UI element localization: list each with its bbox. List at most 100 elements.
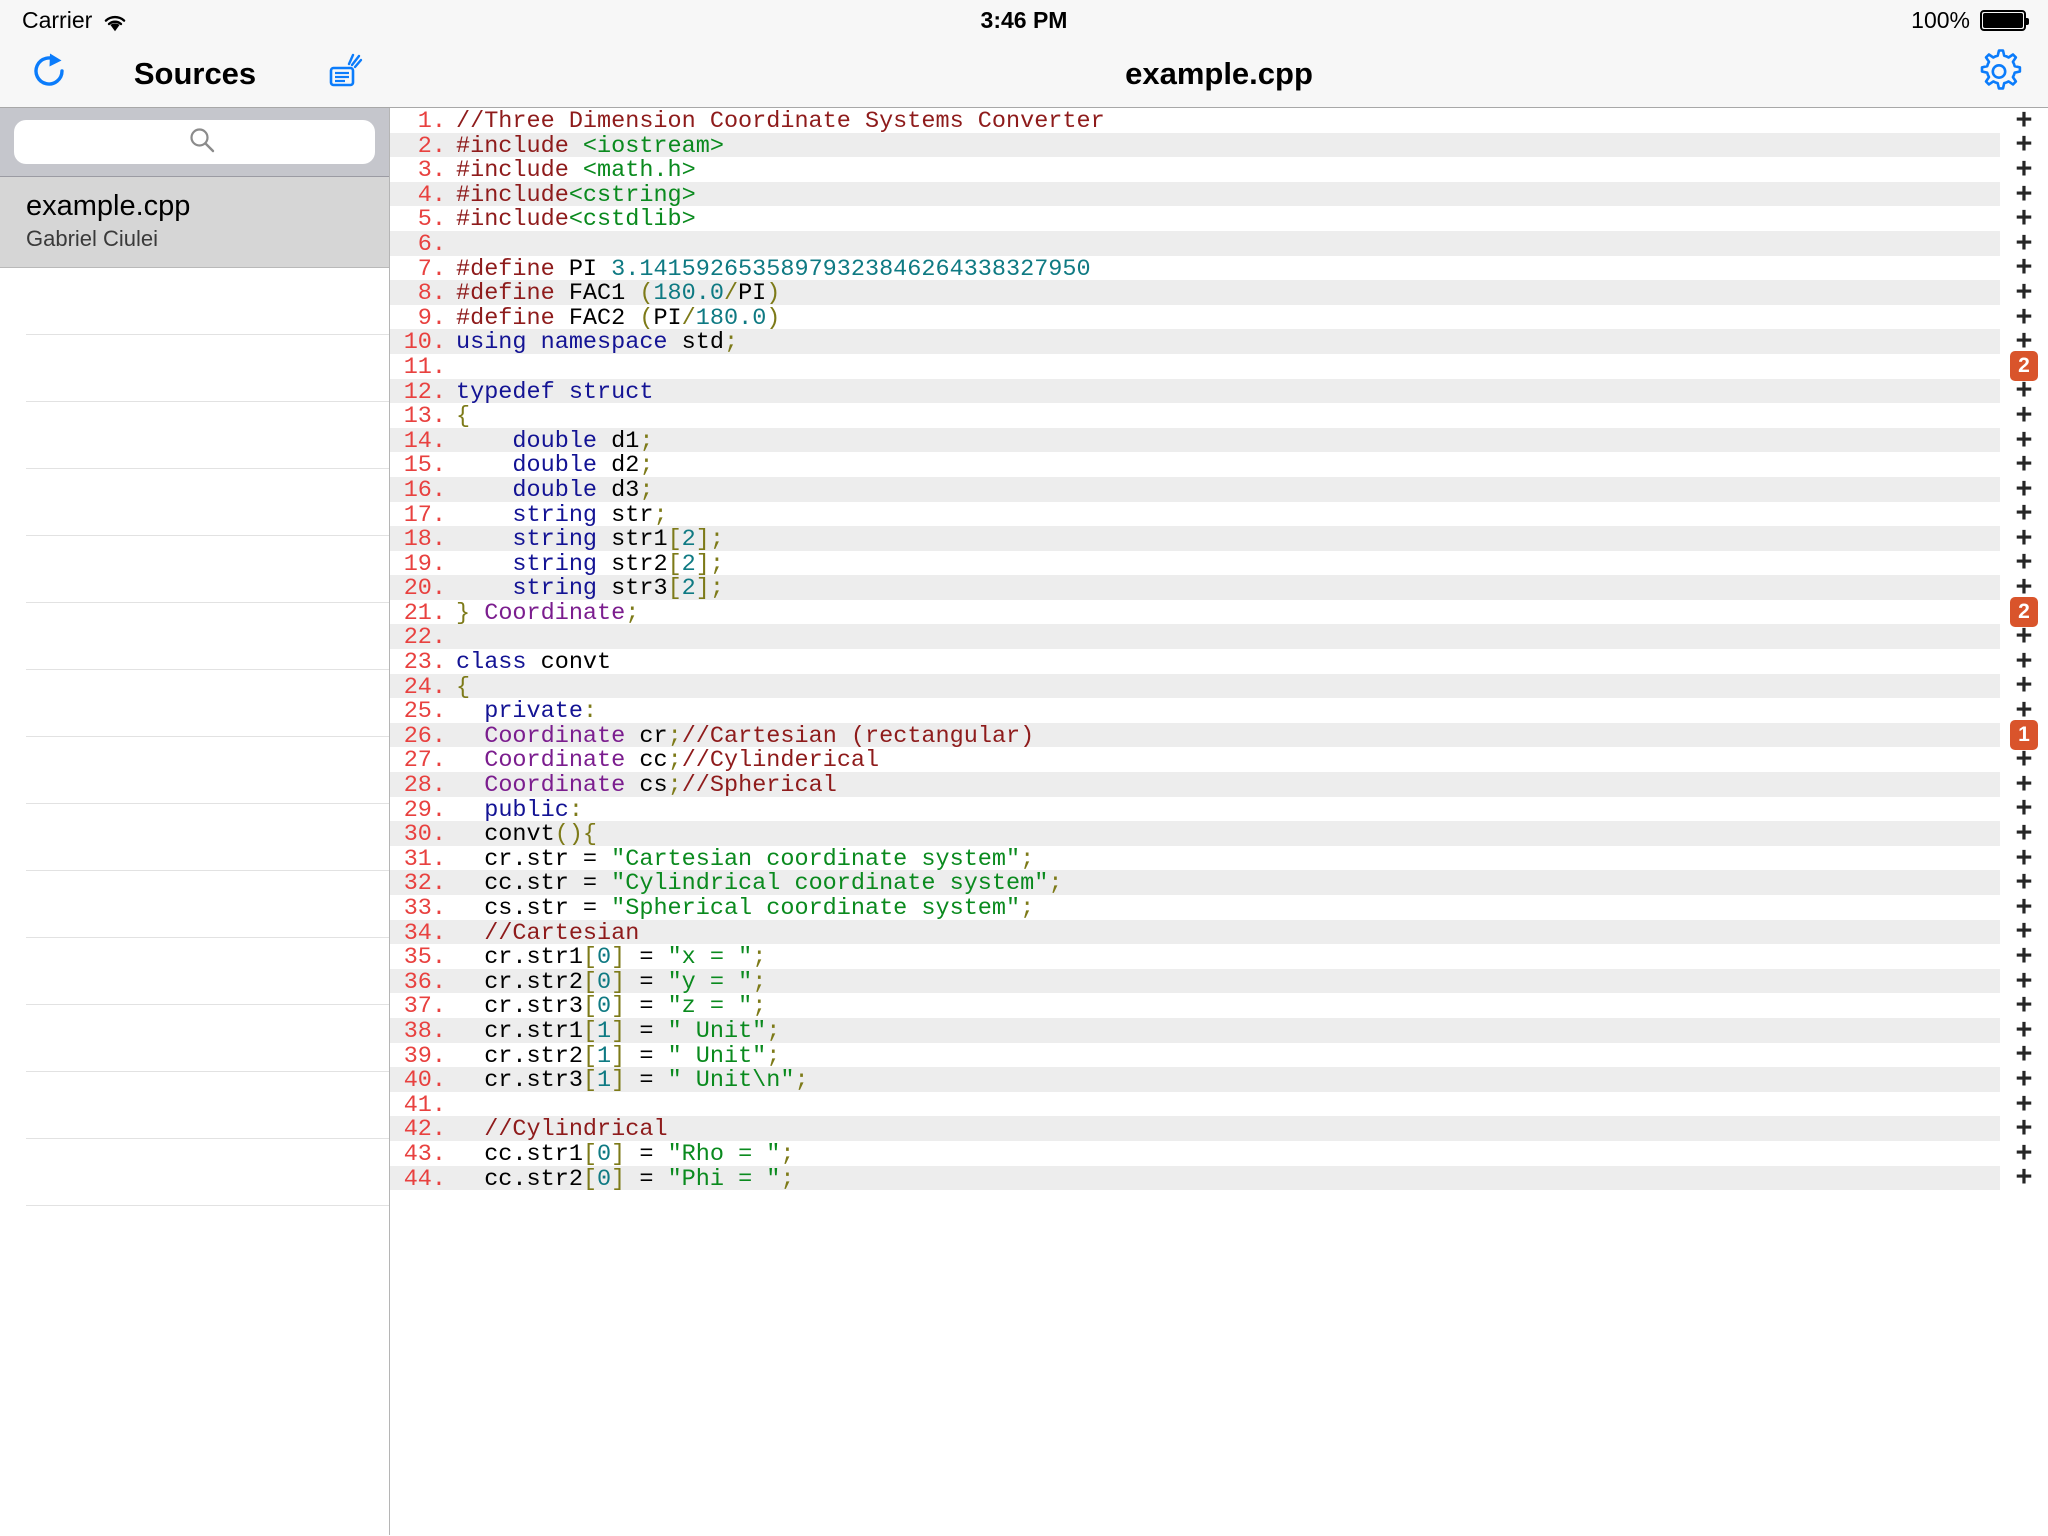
search-field[interactable] xyxy=(14,120,375,164)
code-text: cc.str1[0] = "Rho = "; xyxy=(456,1141,794,1168)
document-title: example.cpp xyxy=(1125,55,1313,91)
line-number: 23. xyxy=(403,649,446,677)
token-id xyxy=(456,772,484,799)
code-line: 36. cr.str2[0] = "y = "; + xyxy=(390,966,2048,996)
token-pun: { xyxy=(456,673,471,701)
code-text: string str2[2]; xyxy=(456,551,724,578)
code-line: 4. #include<cstring> + xyxy=(390,179,2048,209)
code-line: 5. #include<cstdlib> + xyxy=(390,204,2048,234)
gear-icon[interactable] xyxy=(1972,44,2026,103)
token-id: cc xyxy=(639,747,668,775)
line-number: 8. xyxy=(417,280,446,308)
list-item xyxy=(26,603,389,671)
token-kw: class xyxy=(456,649,541,677)
token-id xyxy=(456,920,484,947)
token-id: = xyxy=(625,1017,668,1045)
code-text: { xyxy=(456,674,470,701)
sidebar-navigation-bar: Sources xyxy=(0,40,390,107)
token-pun: [ xyxy=(582,993,598,1021)
line-number: 12. xyxy=(403,378,446,406)
code-text: typedef struct xyxy=(456,379,653,406)
token-id: cr.str2 xyxy=(456,968,583,996)
code-line-background xyxy=(390,1092,2000,1117)
list-item xyxy=(26,1005,389,1073)
token-pun: ; xyxy=(667,722,682,750)
line-number: 44. xyxy=(403,1165,446,1193)
token-id: = xyxy=(625,944,668,972)
token-id: str xyxy=(611,501,654,529)
token-pun: : xyxy=(582,698,598,726)
token-str: "Phi = " xyxy=(667,1165,781,1193)
code-line-background xyxy=(390,649,2000,674)
token-pun: ; xyxy=(667,747,682,775)
code-text: cr.str3[0] = "z = "; xyxy=(456,993,766,1020)
battery-icon xyxy=(1980,9,2029,31)
empty-list-rows xyxy=(0,268,389,1207)
token-pun: ; xyxy=(766,1017,781,1045)
line-number: 17. xyxy=(403,501,446,529)
token-pun: / xyxy=(681,304,696,332)
token-num: 1 xyxy=(597,1042,612,1070)
token-type: Coordinate xyxy=(484,772,640,800)
token-kw: string xyxy=(512,575,612,603)
token-id: str2 xyxy=(611,550,668,578)
line-number: 27. xyxy=(403,747,446,775)
code-line: 20. string str3[2]; + xyxy=(390,573,2048,603)
add-comment-icon[interactable]: + xyxy=(2016,1163,2033,1192)
token-id: cs xyxy=(639,772,668,800)
list-item[interactable]: example.cpp Gabriel Ciulei xyxy=(0,177,389,269)
code-lines-container: 1. //Three Dimension Coordinate Systems C… xyxy=(390,108,2048,1193)
token-pre: #define xyxy=(456,280,569,308)
file-author: Gabriel Ciulei xyxy=(26,226,159,252)
token-pun: ; xyxy=(667,772,682,800)
code-line: 25. private: + xyxy=(390,696,2048,726)
code-line: 40. cr.str3[1] = " Unit\n"; + xyxy=(390,1064,2048,1095)
code-line: 24.{+ xyxy=(390,671,2048,701)
code-line: 39. cr.str2[1] = " Unit"; + xyxy=(390,1040,2048,1070)
token-pun: ) xyxy=(766,280,781,308)
token-pre: #define xyxy=(456,255,569,283)
code-editor[interactable]: 1. //Three Dimension Coordinate Systems C… xyxy=(390,108,2048,1535)
code-text: #define FAC1 (180.0/PI) xyxy=(456,280,780,307)
token-id: PI xyxy=(738,280,767,308)
token-id: = xyxy=(625,1067,668,1095)
token-id: PI xyxy=(653,304,682,332)
code-line: 35. cr.str1[0] = "x = "; + xyxy=(390,941,2048,972)
status-bar-clock: 3:46 PM xyxy=(980,6,1068,33)
token-id: std xyxy=(681,329,724,357)
line-number: 6. xyxy=(417,230,446,258)
code-text: cc.str = "Cylindrical coordinate system"… xyxy=(456,870,1062,897)
code-text: cr.str3[1] = " Unit\n"; xyxy=(456,1067,809,1095)
search-input[interactable] xyxy=(14,120,375,164)
token-id: str3 xyxy=(611,575,668,603)
code-line: 38. cr.str1[1] = " Unit"; + xyxy=(390,1015,2048,1045)
line-number: 36. xyxy=(403,968,446,996)
code-line: 7. #define PI 3.1415926535897932384626433… xyxy=(390,253,2048,283)
token-id: cr.str3 xyxy=(456,993,583,1021)
token-pun: ; xyxy=(752,993,767,1021)
list-item xyxy=(26,1072,389,1140)
status-bar-right: 100% xyxy=(1911,7,2029,34)
code-line-background xyxy=(390,821,2000,846)
token-kw: typedef struct xyxy=(456,378,654,406)
code-line: 17. string str; + xyxy=(390,499,2048,529)
token-pun: ( xyxy=(639,280,654,308)
token-pun: [ xyxy=(582,1067,598,1095)
token-pun: ]; xyxy=(695,526,724,554)
token-id: cr.str1 xyxy=(456,1017,583,1045)
token-pre: #include xyxy=(456,181,569,209)
token-pun: ] xyxy=(611,944,626,972)
token-id xyxy=(456,502,512,529)
token-pun: ; xyxy=(625,599,640,627)
search-bar-container xyxy=(0,108,389,177)
token-pun: [ xyxy=(582,968,598,996)
token-id xyxy=(456,797,484,824)
line-number: 35. xyxy=(403,944,446,972)
token-pun: ; xyxy=(794,1067,809,1095)
token-num: 2 xyxy=(681,575,696,603)
token-num: 0 xyxy=(597,1165,612,1193)
refresh-icon[interactable] xyxy=(26,48,72,99)
token-id: d3 xyxy=(611,476,640,504)
token-num: 180.0 xyxy=(695,304,767,332)
share-icon[interactable] xyxy=(324,51,364,96)
